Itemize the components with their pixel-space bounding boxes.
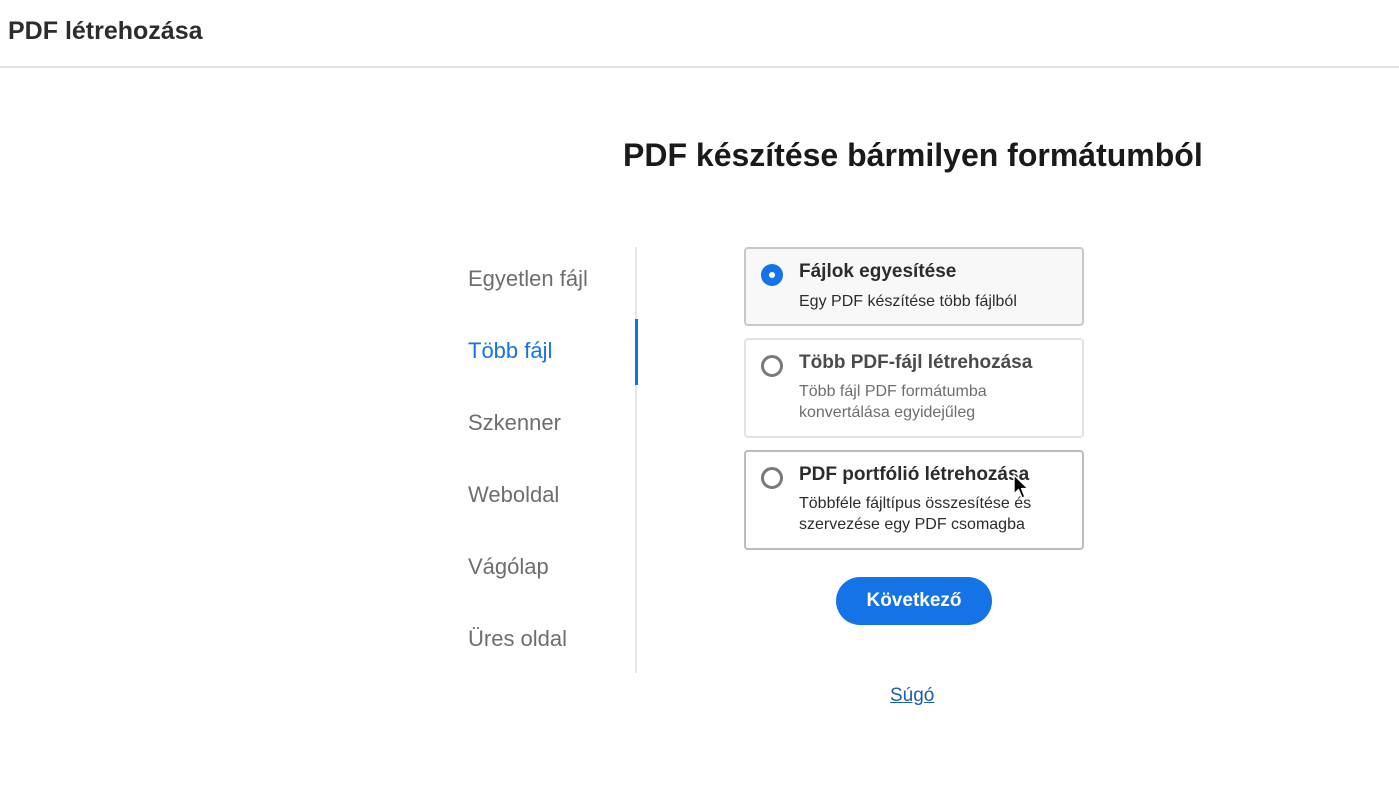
top-bar: PDF létrehozása [0,0,1399,68]
mouse-pointer-icon [1013,474,1029,499]
sidebar-divider [635,247,637,673]
option-description: Többféle fájltípus összesítése és szerve… [799,495,1032,533]
sidebar-item-single-file[interactable]: Egyetlen fájl [468,266,588,292]
app-title: PDF létrehozása [8,17,203,45]
sidebar-item-blank-page[interactable]: Üres oldal [468,626,567,652]
sidebar-item-webpage[interactable]: Weboldal [468,482,559,508]
radio-unselected-icon[interactable] [761,355,783,377]
radio-unselected-icon[interactable] [761,467,783,489]
option-create-multiple-pdfs[interactable]: Több PDF-fájl létrehozása Több fájl PDF … [744,338,1084,438]
sidebar-item-multiple-files[interactable]: Több fájl [468,338,552,364]
option-title: PDF portfólió létrehozása [799,464,1030,485]
help-link[interactable]: Súgó [890,685,934,707]
sidebar-nav: Egyetlen fájl Több fájl Szkenner Webolda… [468,247,638,673]
option-title: Több PDF-fájl létrehozása [799,352,1033,373]
next-button[interactable]: Következő [836,577,992,625]
option-title: Fájlok egyesítése [799,261,957,282]
option-combine-files[interactable]: Fájlok egyesítése Egy PDF készítése több… [744,247,1084,326]
radio-selected-icon[interactable] [761,264,783,286]
option-create-pdf-portfolio[interactable]: PDF portfólió létrehozása Többféle fájlt… [744,450,1084,550]
option-description: Több fájl PDF formátumba konvertálása eg… [799,383,987,421]
sidebar-item-scanner[interactable]: Szkenner [468,410,561,436]
sidebar-active-indicator [635,319,638,385]
sidebar-item-clipboard[interactable]: Vágólap [468,554,549,580]
page-heading: PDF készítése bármilyen formátumból [623,137,1203,173]
option-description: Egy PDF készítése több fájlból [799,293,1017,310]
